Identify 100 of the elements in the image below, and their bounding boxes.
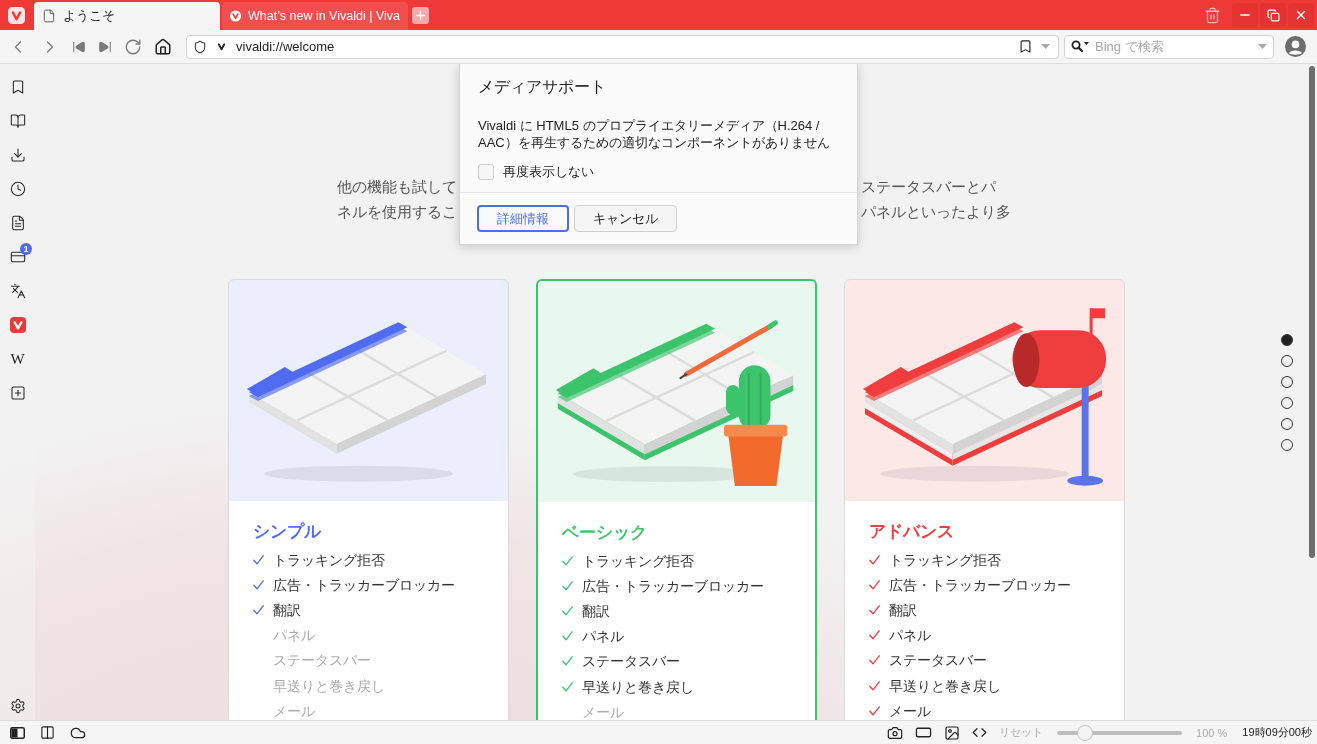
image-icon[interactable] — [944, 724, 961, 741]
clock-text: 19時09分00秒 — [1242, 725, 1312, 740]
plan-card[interactable]: ベーシック トラッキング拒否 広告・トラッカーブロッカー 翻訳 パネル ステータスバー 早送りと巻き戻し メール — [536, 279, 817, 720]
restore-icon — [1266, 8, 1280, 22]
document-lines-icon[interactable] — [9, 215, 26, 231]
slider-thumb[interactable] — [1076, 724, 1093, 741]
checkbox-label: 再度表示しない — [503, 163, 594, 181]
intro-text: パネルといったより多 — [861, 202, 1011, 222]
feature-label: 早送りと巻き戻し — [273, 677, 385, 694]
search-icon[interactable] — [1071, 40, 1089, 53]
panel-layout-icon[interactable] — [10, 726, 25, 739]
check-icon — [869, 579, 880, 590]
cancel-button[interactable]: キャンセル — [574, 205, 677, 232]
code-icon[interactable] — [972, 725, 988, 740]
home-icon[interactable] — [154, 37, 172, 56]
minimize-button[interactable] — [1232, 3, 1258, 27]
feature-label: 早送りと巻き戻し — [889, 677, 1001, 694]
plan-card[interactable]: シンプル トラッキング拒否 広告・トラッカーブロッカー 翻訳 パネル ステータスバー 早送りと巻き戻し メール — [228, 279, 509, 720]
check-icon — [869, 604, 880, 615]
check-icon — [562, 555, 573, 566]
zoom-reading: 100 % — [1196, 726, 1228, 739]
check-icon — [562, 631, 573, 642]
feature-label: 広告・トラッカーブロッカー — [889, 576, 1071, 593]
feature-label: ステータスバー — [889, 652, 987, 669]
check-icon — [253, 554, 264, 565]
browser-tab[interactable]: What’s new in Vivaldi | Viva — [222, 2, 408, 30]
check-icon — [869, 705, 880, 716]
search-bar[interactable]: Bing で検索 — [1064, 34, 1274, 59]
feature-label: トラッキング拒否 — [273, 551, 385, 568]
search-field[interactable]: Bing で検索 — [1095, 37, 1252, 56]
page-dot[interactable] — [1281, 334, 1293, 346]
feature-label: 早送りと巻き戻し — [582, 678, 694, 695]
restore-button[interactable] — [1260, 3, 1286, 27]
intro-text: 他の機能も試して — [337, 177, 458, 197]
feature-label: ステータスバー — [273, 652, 371, 669]
feature-label: ステータスバー — [582, 653, 680, 670]
zoom-slider[interactable] — [1057, 724, 1183, 741]
feature-label: 広告・トラッカーブロッカー — [582, 577, 764, 594]
feature-label: パネル — [273, 627, 315, 644]
feature-label: 広告・トラッカーブロッカー — [273, 576, 455, 593]
feature-label: メール — [889, 702, 931, 719]
close-icon — [1294, 8, 1308, 22]
logo-icon — [230, 9, 242, 23]
book-icon[interactable] — [9, 113, 26, 129]
logo-icon — [215, 40, 228, 53]
plan-title: シンプル — [253, 521, 322, 542]
bookmark-icon[interactable] — [1018, 39, 1033, 54]
settings-icon[interactable] — [9, 698, 26, 714]
logo-icon[interactable] — [7, 6, 25, 24]
intro-text: ネルを使用するこ — [337, 202, 458, 222]
check-icon — [869, 630, 880, 641]
check-icon — [253, 579, 264, 590]
scrollbar-thumb[interactable] — [1308, 66, 1315, 558]
plus-icon — [414, 8, 427, 22]
clock-icon[interactable] — [9, 181, 26, 197]
plan-card[interactable]: アドバンス トラッキング拒否 広告・トラッカーブロッカー 翻訳 パネル ステータスバー 早送りと巻き戻し メール — [844, 279, 1125, 720]
close-button[interactable] — [1288, 3, 1314, 27]
address-field[interactable]: vivaldi://welcome — [236, 37, 1010, 56]
plan-title: ベーシック — [562, 522, 648, 543]
translate-icon[interactable] — [9, 283, 26, 299]
columns-icon[interactable] — [40, 725, 55, 740]
browser-tab[interactable]: ようこそ — [34, 2, 220, 30]
feature-label: 翻訳 — [273, 601, 301, 618]
dialog-title: メディアサポート — [477, 77, 607, 97]
address-bar[interactable]: vivaldi://welcome — [186, 34, 1059, 59]
feature-label: パネル — [582, 628, 624, 645]
dialog-message: Vivaldi に HTML5 のプロプライエタリーメディア（H.264 / AAC）を再生するための適切なコンポーネントがありません — [478, 118, 831, 151]
check-icon — [869, 554, 880, 565]
check-icon — [562, 656, 573, 667]
download-icon[interactable] — [9, 147, 26, 163]
feature-label: メール — [273, 702, 315, 719]
check-icon — [562, 681, 573, 692]
camera-icon[interactable] — [887, 724, 904, 741]
feature-label: パネル — [889, 627, 931, 644]
document-icon — [42, 9, 56, 23]
skip-back-icon[interactable] — [72, 39, 86, 54]
card-icon[interactable] — [9, 249, 26, 265]
check-icon — [869, 655, 880, 666]
check-icon — [562, 580, 573, 591]
logo-icon[interactable] — [9, 317, 26, 333]
check-icon — [562, 605, 573, 616]
feature-label: トラッキング拒否 — [889, 551, 1001, 568]
feature-label: 翻訳 — [582, 602, 610, 619]
avatar-icon[interactable] — [1285, 36, 1306, 57]
check-icon — [869, 680, 880, 691]
shield-icon[interactable] — [193, 39, 207, 54]
feature-label: メール — [582, 703, 624, 720]
feature-label: トラッキング拒否 — [582, 552, 694, 569]
plus-square-icon[interactable] — [9, 385, 26, 401]
feature-label: 翻訳 — [889, 601, 917, 618]
checkbox[interactable] — [478, 164, 494, 180]
details-button[interactable]: 詳細情報 — [477, 205, 569, 232]
notification-badge: 1 — [20, 243, 32, 255]
check-icon — [253, 604, 264, 615]
new-tab-button[interactable] — [412, 6, 429, 24]
intro-text: ステータスバーとパ — [861, 177, 996, 197]
skip-forward-icon[interactable] — [98, 39, 112, 54]
plan-title: アドバンス — [869, 521, 955, 542]
reload-icon[interactable] — [124, 37, 142, 56]
web-panel-button[interactable]: W — [10, 351, 25, 367]
